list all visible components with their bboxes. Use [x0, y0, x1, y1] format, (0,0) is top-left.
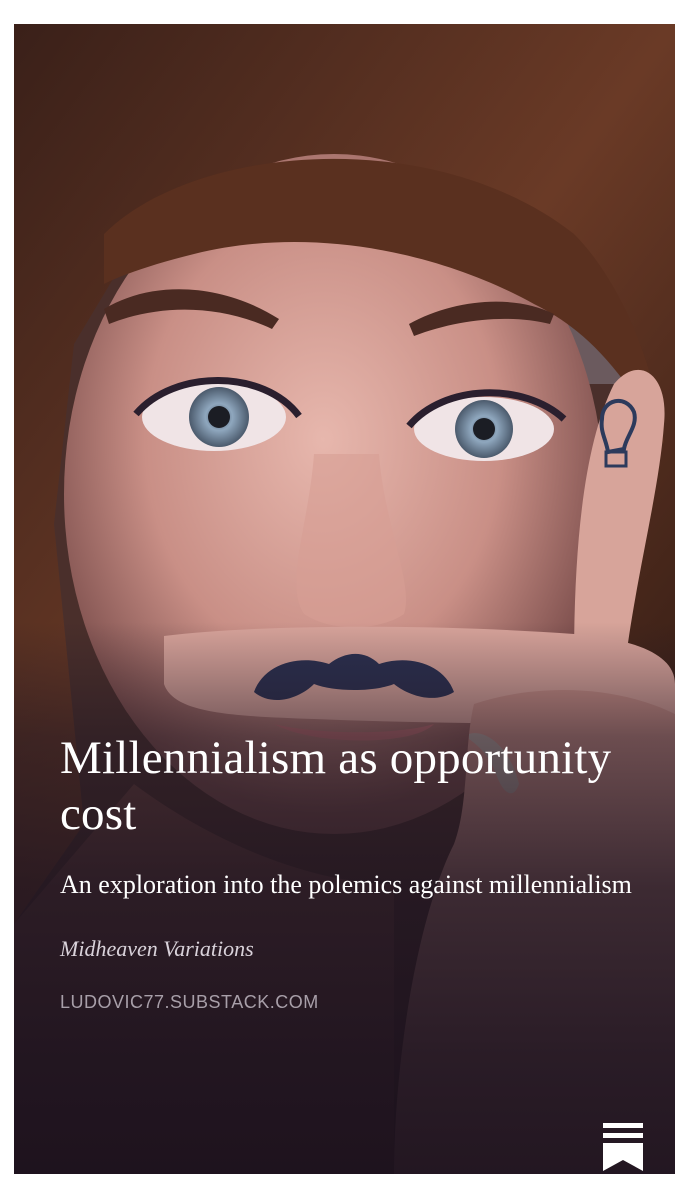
substack-logo-icon: [603, 1123, 643, 1171]
post-title[interactable]: Millennialism as opportunity cost: [60, 730, 635, 842]
share-card-page: Millennialism as opportunity cost An exp…: [0, 0, 675, 1200]
publication-name: Midheaven Variations: [60, 936, 254, 961]
post-subtitle: An exploration into the polemics against…: [60, 870, 632, 899]
post-card[interactable]: Millennialism as opportunity cost An exp…: [14, 24, 675, 1174]
post-text-block: Millennialism as opportunity cost An exp…: [60, 730, 635, 1013]
publication-domain[interactable]: LUDOVIC77.SUBSTACK.COM: [60, 992, 635, 1013]
